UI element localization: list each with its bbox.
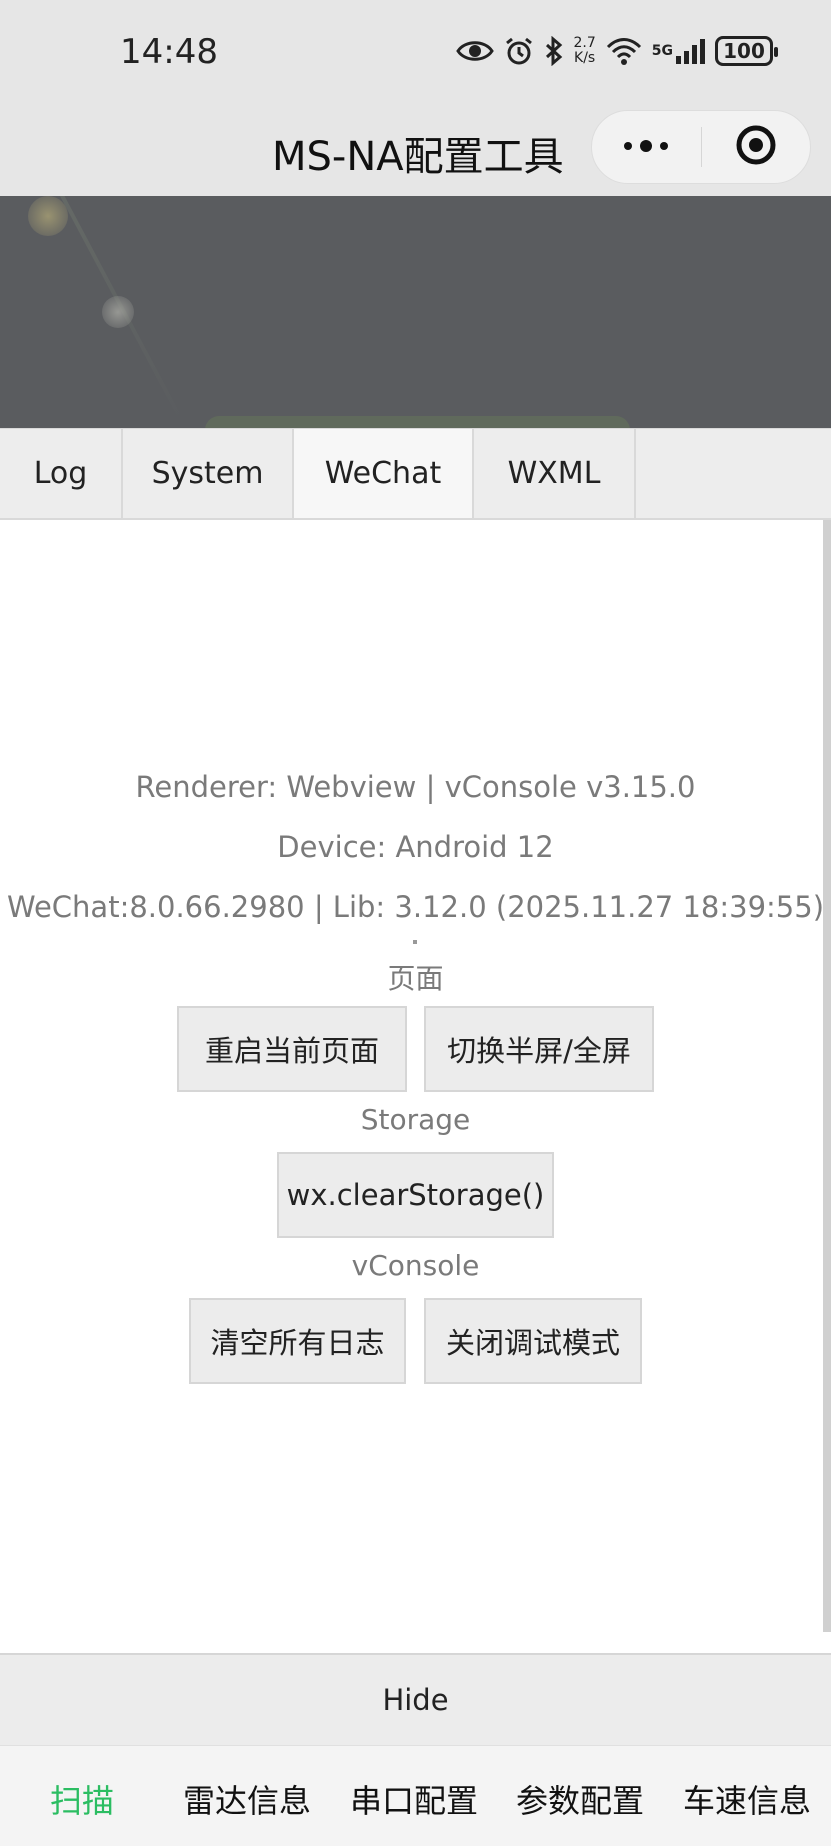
tabbar-item-radar-info[interactable]: 雷达信息 [183,1776,311,1822]
more-button[interactable] [592,111,701,183]
scrollbar[interactable] [823,520,831,1632]
tab-wxml[interactable]: WXML [474,429,636,518]
bluetooth-icon [544,36,564,66]
target-icon [735,124,777,170]
status-bar: 14:48 2.7 K/s 5G 100 [0,0,831,110]
wechat-info: WeChat:8.0.66.2980 | Lib: 3.12.0 (2025.1… [6,890,825,924]
tab-log[interactable]: Log [0,429,123,518]
status-time: 14:48 [120,32,218,72]
signal-icon: 5G [652,38,705,64]
status-icons: 2.7 K/s 5G 100 [455,36,778,66]
separator-dot [413,940,417,944]
clear-storage-button[interactable]: wx.clearStorage() [277,1152,554,1238]
battery-level: 100 [723,39,765,63]
vconsole-section-label: vConsole [351,1249,480,1282]
alarm-icon [504,36,534,66]
more-icon [622,138,670,157]
mini-program-capsule [591,110,811,184]
wifi-icon [606,37,642,65]
tabbar-item-scan[interactable]: 扫描 [50,1776,114,1822]
backdrop-glow [102,296,134,328]
tab-wechat[interactable]: WeChat [294,429,474,518]
net-speed: 2.7 K/s [574,36,596,66]
renderer-info: Renderer: Webview | vConsole v3.15.0 [135,770,696,804]
close-debug-button[interactable]: 关闭调试模式 [424,1298,642,1384]
vconsole-panel [0,520,831,1653]
toggle-fullscreen-button[interactable]: 切换半屏/全屏 [424,1006,654,1092]
clear-logs-button[interactable]: 清空所有日志 [189,1298,406,1384]
page-title: MS-NA配置工具 [272,134,564,180]
eye-icon [455,38,494,64]
backdrop-glow [28,196,68,236]
battery-icon: 100 [715,36,778,66]
device-info: Device: Android 12 [277,830,554,864]
close-mini-program-button[interactable] [702,111,811,183]
backdrop-panel [205,416,630,428]
hide-console-button[interactable]: Hide [0,1653,831,1745]
vconsole-tabs: Log System WeChat WXML [0,428,831,520]
network-type: 5G [651,43,673,59]
tab-system[interactable]: System [123,429,294,518]
nav-bar: MS-NA配置工具 [0,110,831,196]
reload-page-button[interactable]: 重启当前页面 [177,1006,407,1092]
storage-section-label: Storage [360,1103,471,1136]
tabbar-item-speed-info[interactable]: 车速信息 [683,1776,811,1822]
dimmed-page-backdrop[interactable] [0,196,831,428]
net-speed-value: 2.7 [573,35,596,51]
bottom-tab-bar: 扫描 雷达信息 串口配置 参数配置 车速信息 [0,1745,831,1846]
hide-label: Hide [382,1683,449,1717]
tabbar-item-serial-config[interactable]: 串口配置 [350,1776,478,1822]
page-section-label: 页面 [387,962,444,995]
tabbar-item-param-config[interactable]: 参数配置 [516,1776,644,1822]
net-speed-unit: K/s [574,50,596,66]
